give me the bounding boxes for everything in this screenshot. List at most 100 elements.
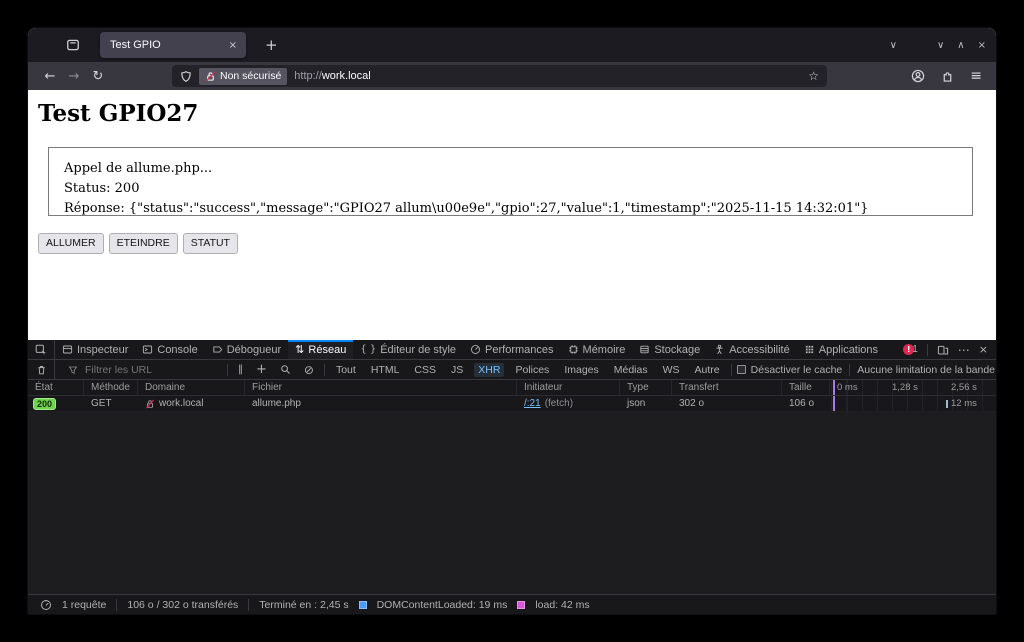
page-content: Test GPIO27 Appel de allume.php... Statu…: [28, 90, 996, 340]
bookmark-star-icon[interactable]: ☆: [808, 69, 819, 83]
meatball-menu-icon[interactable]: ⋯: [958, 343, 970, 357]
initiator-kind: (fetch): [544, 398, 574, 409]
window-shade-icon[interactable]: ∨: [937, 40, 944, 51]
eteindre-button[interactable]: ETEINDRE: [108, 233, 178, 254]
inspector-icon: [62, 344, 73, 355]
tab-performances[interactable]: Performances: [463, 340, 560, 359]
gpio-buttons: ALLUMER ETEINDRE STATUT: [38, 233, 238, 254]
tab-memoire[interactable]: Mémoire: [561, 340, 633, 359]
back-button[interactable]: ←: [38, 69, 62, 84]
responsive-design-icon[interactable]: [937, 344, 949, 356]
cell-domain: work.local: [138, 396, 245, 411]
storage-icon: [639, 344, 650, 355]
tab-test-gpio[interactable]: Test GPIO ×: [100, 32, 246, 58]
tracking-shield-icon[interactable]: [180, 70, 192, 83]
tab-accessibilite[interactable]: Accessibilité: [707, 340, 797, 359]
insecure-lock-icon: [145, 398, 155, 409]
extension-icon[interactable]: [941, 70, 954, 83]
page-title: Test GPIO27: [38, 100, 199, 127]
filter-tout[interactable]: Tout: [332, 363, 360, 377]
tab-label: Débogueur: [226, 343, 282, 356]
dcl-time[interactable]: DOMContentLoaded: 19 ms: [377, 599, 508, 611]
filter-xhr[interactable]: XHR: [474, 362, 505, 377]
column-methode[interactable]: Méthode: [84, 380, 138, 395]
tab-close-icon[interactable]: ×: [225, 39, 241, 52]
window-unshade-icon[interactable]: ∧: [957, 40, 964, 51]
pause-icon[interactable]: ‖: [235, 364, 246, 375]
filter-url-input[interactable]: [85, 363, 220, 376]
waterfall-bar: [946, 400, 948, 408]
column-taille[interactable]: Taille: [782, 380, 830, 395]
separator: [849, 363, 851, 376]
navigation-bar: ← → ↻ Non sécurisé http://work.local ☆ ≡: [28, 62, 996, 90]
throttling-label: Aucune limitation de la bande passante: [857, 363, 996, 376]
disable-cache-control[interactable]: Désactiver le cache: [730, 363, 842, 376]
search-icon[interactable]: [277, 364, 294, 375]
column-fichier[interactable]: Fichier: [245, 380, 517, 395]
reload-button[interactable]: ↻: [86, 69, 110, 84]
timeline-zero-marker: [833, 396, 835, 411]
performance-icon: [470, 344, 481, 355]
console-icon: [142, 344, 153, 355]
column-timeline[interactable]: 0 ms 1,28 s 2,56 s: [830, 380, 996, 395]
new-tab-button[interactable]: +: [258, 36, 285, 54]
tab-label: Console: [157, 343, 198, 356]
url-scheme: http://: [294, 70, 322, 82]
filter-css[interactable]: CSS: [410, 363, 440, 377]
error-counter[interactable]: ! 1: [903, 344, 918, 355]
column-domaine[interactable]: Domaine: [138, 380, 245, 395]
column-type[interactable]: Type: [620, 380, 672, 395]
separator: [227, 363, 228, 376]
statut-button[interactable]: STATUT: [182, 233, 238, 254]
tab-inspecteur[interactable]: Inspecteur: [55, 340, 135, 359]
filter-ws[interactable]: WS: [659, 363, 684, 377]
allumer-button[interactable]: ALLUMER: [38, 233, 104, 254]
forward-button[interactable]: →: [62, 69, 86, 84]
filter-images[interactable]: Images: [560, 363, 602, 377]
initiator-link[interactable]: /:21: [524, 398, 541, 409]
filter-html[interactable]: HTML: [367, 363, 404, 377]
response-log-box: Appel de allume.php... Status: 200 Répon…: [48, 147, 973, 216]
security-badge[interactable]: Non sécurisé: [199, 67, 288, 85]
throttling-select[interactable]: Aucune limitation de la bande passante: [857, 364, 996, 376]
list-all-tabs-icon[interactable]: ∨: [890, 40, 897, 51]
throttle-gauge-icon[interactable]: [40, 599, 52, 611]
column-etat[interactable]: État: [28, 380, 84, 395]
tab-debogueur[interactable]: Débogueur: [205, 340, 288, 359]
url-bar[interactable]: Non sécurisé http://work.local ☆: [172, 65, 827, 87]
separator: [323, 363, 325, 376]
tab-applications[interactable]: Applications: [797, 340, 885, 359]
filter-medias[interactable]: Médias: [610, 363, 652, 377]
hamburger-menu-icon[interactable]: ≡: [970, 68, 982, 84]
tab-label: Réseau: [308, 343, 347, 356]
cell-transferred: 302 o: [679, 398, 705, 409]
tab-console[interactable]: Console: [135, 340, 204, 359]
filter-autre[interactable]: Autre: [691, 363, 724, 377]
network-table-header: État Méthode Domaine Fichier Initiateur …: [28, 380, 996, 396]
request-row[interactable]: 200 GET work.local allume.php /:21 (fetc…: [28, 396, 996, 412]
firefox-view-icon[interactable]: [60, 34, 86, 56]
tab-editeur-de-style[interactable]: { } Éditeur de style: [353, 340, 463, 359]
new-request-icon[interactable]: +: [253, 362, 270, 377]
load-time[interactable]: load: 42 ms: [535, 599, 589, 611]
column-initiateur[interactable]: Initiateur: [517, 380, 620, 395]
filter-polices[interactable]: Polices: [511, 363, 553, 377]
cell-waterfall: 12 ms: [830, 396, 996, 411]
tab-label: Inspecteur: [77, 343, 129, 356]
separator: [730, 363, 732, 376]
devtools-panel: Inspecteur Console Débogueur ⇅ Réseau {…: [28, 340, 996, 614]
column-transfert[interactable]: Transfert: [672, 380, 782, 395]
clear-requests-icon[interactable]: [28, 360, 55, 379]
request-count[interactable]: 1 requête: [62, 599, 106, 611]
block-icon[interactable]: ⊘: [301, 363, 317, 377]
tab-reseau[interactable]: ⇅ Réseau: [288, 340, 354, 359]
devtools-close-icon[interactable]: ×: [979, 343, 988, 356]
memory-icon: [568, 344, 579, 355]
security-label: Non sécurisé: [220, 70, 282, 82]
filter-js[interactable]: JS: [447, 363, 467, 377]
window-close-icon[interactable]: ×: [978, 40, 986, 51]
account-icon[interactable]: [911, 69, 925, 83]
disable-cache-checkbox[interactable]: [736, 365, 746, 374]
pick-element-icon[interactable]: [28, 340, 55, 359]
tab-stockage[interactable]: Stockage: [632, 340, 707, 359]
